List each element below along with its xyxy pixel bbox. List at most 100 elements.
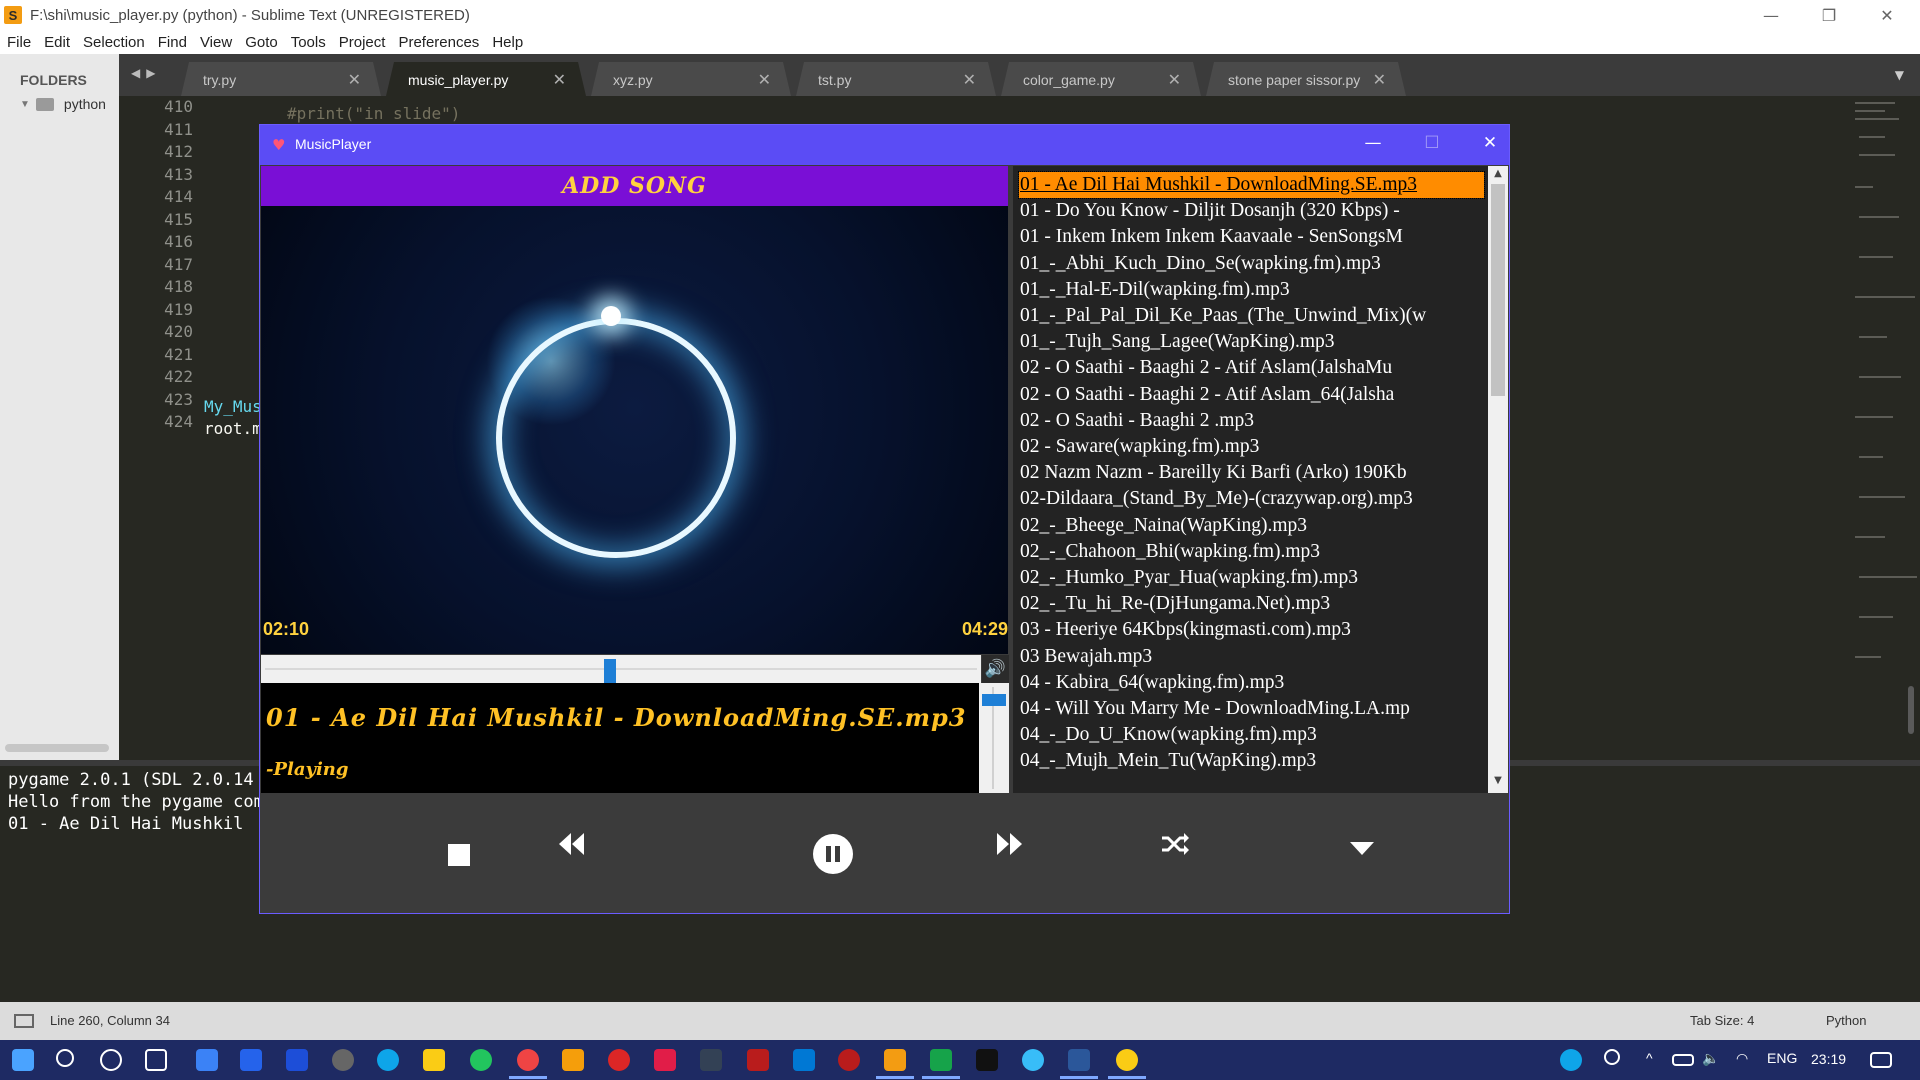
menu-tools[interactable]: Tools	[291, 34, 326, 51]
app-icon[interactable]	[286, 1049, 308, 1071]
pause-button[interactable]	[813, 834, 853, 874]
cortana-icon[interactable]	[100, 1049, 122, 1071]
editor-scrollbar[interactable]	[1908, 686, 1914, 734]
playlist-item[interactable]: 01_-_Hal-E-Dil(wapking.fm).mp3	[1019, 277, 1484, 303]
clock[interactable]: 23:19	[1811, 1051, 1846, 1067]
playlist-item[interactable]: 01_-_Tujh_Sang_Lagee(WapKing).mp3	[1019, 329, 1484, 355]
scroll-down-icon[interactable]: ▼	[1488, 775, 1508, 791]
syntax-selector[interactable]: Python	[1826, 1013, 1866, 1028]
help-icon[interactable]	[1560, 1049, 1582, 1071]
menu-view[interactable]: View	[200, 34, 232, 51]
tab-xyz-py[interactable]: xyz.py ✕	[591, 62, 791, 96]
acrobat-icon[interactable]	[747, 1049, 769, 1071]
scroll-up-icon[interactable]: ▲	[1488, 168, 1508, 184]
edge-icon[interactable]	[377, 1049, 399, 1071]
playlist-item[interactable]: 02_-_Bheege_Naina(WapKing).mp3	[1019, 513, 1484, 539]
telegram-icon[interactable]	[1022, 1049, 1044, 1071]
playlist-item[interactable]: 02_-_Humko_Pyar_Hua(wapking.fm).mp3	[1019, 565, 1484, 591]
playlist-item[interactable]: 01_-_Abhi_Kuch_Dino_Se(wapking.fm).mp3	[1019, 251, 1484, 277]
tab-tst-py[interactable]: tst.py ✕	[796, 62, 996, 96]
speaker-icon[interactable]: 🔊	[982, 655, 1009, 683]
panel-toggle-icon[interactable]	[14, 1014, 34, 1028]
close-icon[interactable]: ✕	[758, 70, 771, 90]
previous-button[interactable]	[556, 829, 586, 863]
wifi-icon[interactable]: ◠	[1736, 1050, 1748, 1067]
playlist-item[interactable]: 02 Nazm Nazm - Bareilly Ki Barfi (Arko) …	[1019, 460, 1484, 486]
playlist-item[interactable]: 02_-_Tu_hi_Re-(DjHungama.Net).mp3	[1019, 591, 1484, 617]
menu-edit[interactable]: Edit	[44, 34, 70, 51]
chrome-icon[interactable]	[509, 1049, 547, 1079]
playlist-item[interactable]: 04 - Will You Marry Me - DownloadMing.LA…	[1019, 696, 1484, 722]
app-icon[interactable]	[332, 1049, 354, 1071]
menu-find[interactable]: Find	[158, 34, 187, 51]
menu-goto[interactable]: Goto	[245, 34, 278, 51]
restore-button[interactable]: ❐	[1800, 0, 1858, 30]
app-icon[interactable]	[838, 1049, 860, 1071]
playlist-item[interactable]: 01 - Do You Know - Diljit Dosanjh (320 K…	[1019, 198, 1484, 224]
shuffle-button[interactable]	[1160, 829, 1190, 863]
tab-color-game-py[interactable]: color_game.py ✕	[1001, 62, 1201, 96]
word-icon[interactable]	[1060, 1049, 1098, 1079]
playlist-item[interactable]: 03 Bewajah.mp3	[1019, 644, 1484, 670]
maximize-button[interactable]: ☐	[1412, 133, 1452, 153]
chevron-up-icon[interactable]: ^	[1646, 1050, 1653, 1066]
playlist-scrollbar[interactable]: ▲ ▼	[1488, 166, 1508, 793]
tab-music-player-py[interactable]: music_player.py ✕	[386, 62, 586, 96]
speaker-icon[interactable]: 🔈	[1702, 1050, 1719, 1067]
tab-nav-arrows-icon[interactable]: ◀▶	[131, 66, 161, 80]
close-icon[interactable]: ✕	[1373, 70, 1386, 90]
language-indicator[interactable]: ENG	[1767, 1050, 1797, 1066]
close-button[interactable]: ✕	[1858, 0, 1916, 30]
playlist-item[interactable]: 02 - Saware(wapking.fm).mp3	[1019, 434, 1484, 460]
windows-start-icon[interactable]	[12, 1049, 34, 1071]
tab-stone-paper-sissor-py[interactable]: stone paper sissor.py ✕	[1206, 62, 1406, 96]
playlist-item[interactable]: 04_-_Mujh_Mein_Tu(WapKing).mp3	[1019, 748, 1484, 774]
playlist-item[interactable]: 01 - Ae Dil Hai Mushkil - DownloadMing.S…	[1018, 171, 1485, 199]
minimize-button[interactable]: —	[1353, 133, 1393, 153]
close-button[interactable]: ✕	[1470, 133, 1510, 153]
menu-preferences[interactable]: Preferences	[398, 34, 479, 51]
tab-list-dropdown-icon[interactable]: ▼	[1895, 68, 1904, 82]
add-song-button[interactable]: ADD SONG	[261, 166, 1008, 206]
close-icon[interactable]: ✕	[553, 70, 566, 90]
more-button[interactable]	[1348, 839, 1376, 861]
playlist-item[interactable]: 01_-_Pal_Pal_Dil_Ke_Paas_(The_Unwind_Mix…	[1019, 303, 1484, 329]
playlist-item[interactable]: 04_-_Do_U_Know(wapking.fm).mp3	[1019, 722, 1484, 748]
menu-file[interactable]: File	[7, 34, 31, 51]
playlist-item[interactable]: 03 - Heeriye 64Kbps(kingmasti.com).mp3	[1019, 617, 1484, 643]
playlist-item[interactable]: 02-Dildaara_(Stand_By_Me)-(crazywap.org)…	[1019, 486, 1484, 512]
app-icon[interactable]	[700, 1049, 722, 1071]
sidebar-item-python[interactable]: ▼ python	[20, 96, 106, 112]
sticky-notes-icon[interactable]	[423, 1049, 445, 1071]
menu-project[interactable]: Project	[339, 34, 386, 51]
people-icon[interactable]	[1604, 1049, 1620, 1065]
sublime-text-icon[interactable]	[876, 1049, 914, 1079]
volume-handle[interactable]	[982, 694, 1006, 707]
app-icon[interactable]	[196, 1049, 218, 1071]
volume-slider[interactable]	[979, 683, 1009, 793]
playlist-item[interactable]: 02 - O Saathi - Baaghi 2 - Atif Aslam(Ja…	[1019, 355, 1484, 381]
playlist-item[interactable]: 01 - Inkem Inkem Inkem Kaavaale - SenSon…	[1019, 224, 1484, 250]
vscode-icon[interactable]	[793, 1049, 815, 1071]
close-icon[interactable]: ✕	[963, 70, 976, 90]
stop-button[interactable]	[448, 844, 470, 866]
menu-help[interactable]: Help	[492, 34, 523, 51]
python-icon[interactable]	[1108, 1049, 1146, 1079]
seek-handle[interactable]	[604, 659, 617, 683]
minimize-button[interactable]: —	[1742, 0, 1800, 30]
playlist-item[interactable]: 04 - Kabira_64(wapking.fm).mp3	[1019, 670, 1484, 696]
tab-size[interactable]: Tab Size: 4	[1690, 1013, 1754, 1028]
scroll-thumb[interactable]	[1491, 184, 1505, 396]
opera-icon[interactable]	[608, 1049, 630, 1071]
task-view-icon[interactable]	[145, 1049, 167, 1071]
battery-icon[interactable]	[1672, 1054, 1694, 1066]
notification-icon[interactable]	[1870, 1052, 1892, 1068]
sidebar-scrollbar[interactable]	[5, 744, 109, 752]
file-explorer-icon[interactable]	[562, 1049, 584, 1071]
minimap[interactable]	[1729, 96, 1917, 760]
menu-selection[interactable]: Selection	[83, 34, 145, 51]
next-button[interactable]	[995, 829, 1025, 863]
bluetooth-icon[interactable]	[240, 1049, 262, 1071]
search-icon[interactable]	[56, 1049, 74, 1067]
close-icon[interactable]: ✕	[348, 70, 361, 90]
